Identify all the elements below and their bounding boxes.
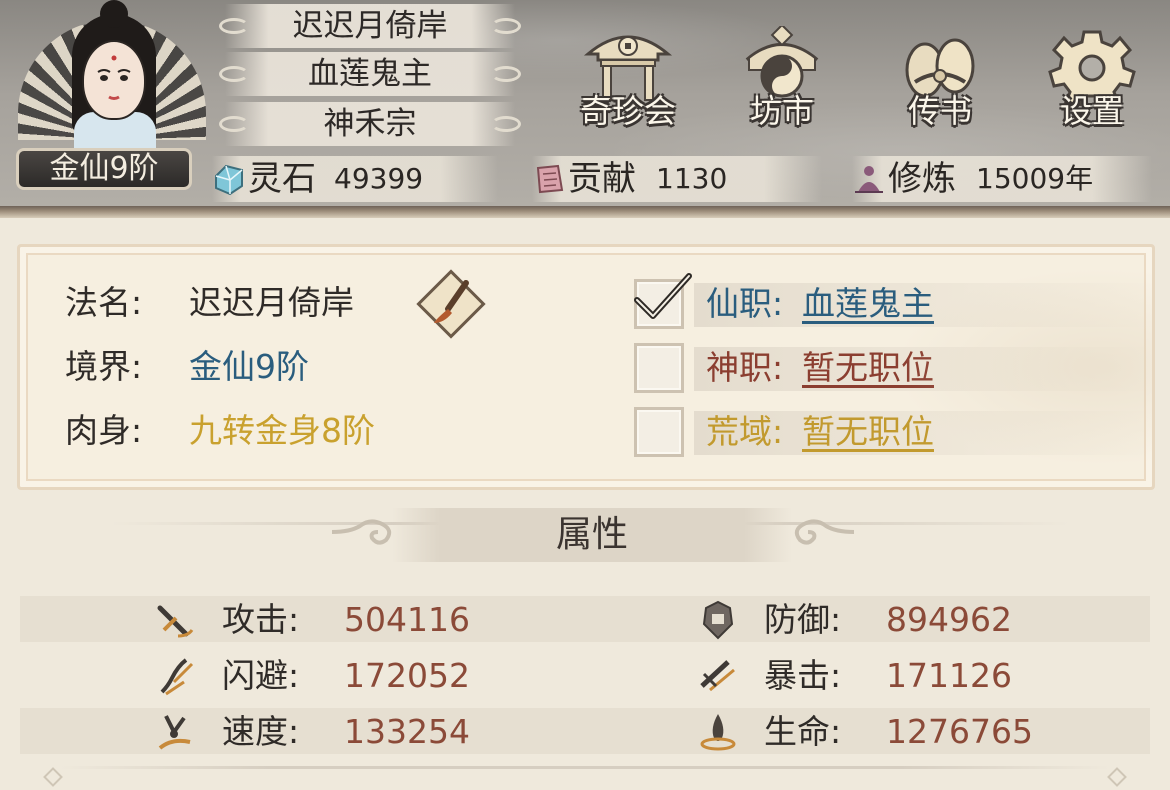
body-label: 肉身: <box>65 411 143 450</box>
cloud-ornament-icon <box>794 519 855 545</box>
realm-row: 境界: 金仙9阶 <box>65 345 309 389</box>
cultivation-value: 15009年 <box>976 162 1094 195</box>
position-row-divine: 神职: 暂无职位 <box>634 343 1154 401</box>
avatar-face-features <box>97 55 131 100</box>
cloud-curl-icon <box>491 66 521 82</box>
dodge-label: 闪避: <box>222 656 300 695</box>
cultivation-label: 修炼 <box>888 159 956 199</box>
dharma-name-row: 法名: 迟迟月倚岸 <box>65 281 354 325</box>
position-row-immortal: 仙职: 血莲鬼主 <box>634 273 1154 337</box>
hp-stat: 生命: 1276765 <box>698 706 1118 758</box>
avatar-hair-bun <box>100 0 128 28</box>
hp-label: 生命: <box>764 712 842 751</box>
checkmark-icon <box>634 273 692 319</box>
immortal-position-checkbox[interactable] <box>634 273 692 329</box>
dharma-name-value: 迟迟月倚岸 <box>189 283 354 322</box>
resource-spirit-stone[interactable]: 灵石 49399 <box>212 156 498 202</box>
speed-stat: 速度: 133254 <box>156 706 576 758</box>
realm-label: 境界: <box>65 347 143 386</box>
cloud-curl-icon <box>219 18 249 34</box>
cloud-ornament-icon <box>331 519 392 545</box>
spirit-stone-label: 灵石 <box>248 159 316 199</box>
attack-value: 504116 <box>344 600 470 639</box>
avatar-face <box>82 40 146 120</box>
market-button[interactable]: 坊市 <box>722 18 842 138</box>
crit-icon <box>700 660 735 692</box>
player-name: 迟迟月倚岸 <box>292 8 448 44</box>
realm-badge: 金仙9阶 <box>16 148 192 190</box>
diamond-ornament-icon <box>43 767 63 787</box>
dodge-value: 172052 <box>344 656 470 695</box>
realm-value: 金仙9阶 <box>189 347 309 386</box>
dash-icon <box>160 658 194 696</box>
treasure-button[interactable]: 奇珍会 <box>568 18 688 138</box>
hp-value: 1276765 <box>886 712 1033 751</box>
sword-icon <box>157 605 194 638</box>
speed-value: 133254 <box>344 712 470 751</box>
wild-position-label: 荒域: <box>706 412 784 451</box>
player-name-banner: 迟迟月倚岸 <box>219 4 521 48</box>
defense-label: 防御: <box>764 600 842 639</box>
body-value: 九转金身8阶 <box>189 411 375 450</box>
cloud-curl-icon <box>219 66 249 82</box>
resource-cultivation[interactable]: 修炼 15009年 <box>852 156 1152 202</box>
cloud-curl-icon <box>491 116 521 132</box>
spirit-stone-value: 49399 <box>334 162 424 195</box>
meditation-icon <box>855 166 883 193</box>
crit-stat: 暴击: 171126 <box>698 650 1118 702</box>
rename-button[interactable] <box>414 267 488 341</box>
attack-label: 攻击: <box>222 600 300 639</box>
player-title: 血莲鬼主 <box>308 56 432 92</box>
wild-position-link[interactable]: 暂无职位 <box>802 407 934 457</box>
top-bar: 金仙9阶 迟迟月倚岸 血莲鬼主 神禾宗 奇珍会 坊市 传书 设置 灵石 4939… <box>0 0 1170 212</box>
treasure-label: 奇珍会 <box>579 92 676 130</box>
crit-value: 171126 <box>886 656 1012 695</box>
body-row: 肉身: 九转金身8阶 <box>65 409 375 453</box>
position-row-wild: 荒域: 暂无职位 <box>634 407 1154 465</box>
player-sect: 神禾宗 <box>323 106 417 142</box>
divine-position-checkbox[interactable] <box>634 343 684 393</box>
settings-button[interactable]: 设置 <box>1032 18 1152 138</box>
speed-label: 速度: <box>222 712 300 751</box>
attributes-title: 属性 <box>392 508 792 562</box>
divine-position-label: 神职: <box>706 348 784 387</box>
player-sect-banner: 神禾宗 <box>219 102 521 146</box>
immortal-position-label: 仙职: <box>706 284 784 323</box>
player-title-banner: 血莲鬼主 <box>219 52 521 96</box>
cloud-curl-icon <box>219 116 249 132</box>
life-icon <box>700 714 736 751</box>
divine-position-link[interactable]: 暂无职位 <box>802 343 934 393</box>
market-label: 坊市 <box>749 92 814 130</box>
bottom-divider <box>60 766 1110 769</box>
resource-contribution[interactable]: 贡献 1130 <box>532 156 822 202</box>
settings-label: 设置 <box>1059 92 1124 130</box>
defense-stat: 防御: 894962 <box>698 594 1118 646</box>
cloud-curl-icon <box>491 18 521 34</box>
contribution-value: 1130 <box>656 162 728 195</box>
header-border <box>0 206 1170 218</box>
dodge-stat: 闪避: 172052 <box>156 650 576 702</box>
diamond-ornament-icon <box>1107 767 1127 787</box>
avatar[interactable] <box>10 0 210 160</box>
crit-label: 暴击: <box>764 656 842 695</box>
spirit-stone-icon <box>215 164 243 196</box>
contribution-icon <box>536 164 564 194</box>
attack-stat: 攻击: 504116 <box>156 594 576 646</box>
letters-button[interactable]: 传书 <box>880 18 1000 138</box>
character-info-panel: 法名: 迟迟月倚岸 境界: 金仙9阶 肉身: 九转金身8阶 仙职: 血莲鬼主 神… <box>17 244 1155 490</box>
dharma-name-label: 法名: <box>65 283 143 322</box>
immortal-position-link[interactable]: 血莲鬼主 <box>802 279 934 329</box>
defense-value: 894962 <box>886 600 1012 639</box>
shield-icon <box>702 600 734 640</box>
wild-position-checkbox[interactable] <box>634 407 684 457</box>
speed-icon <box>158 715 191 750</box>
brush-icon <box>416 269 486 339</box>
letters-label: 传书 <box>907 92 972 130</box>
contribution-label: 贡献 <box>568 159 636 199</box>
